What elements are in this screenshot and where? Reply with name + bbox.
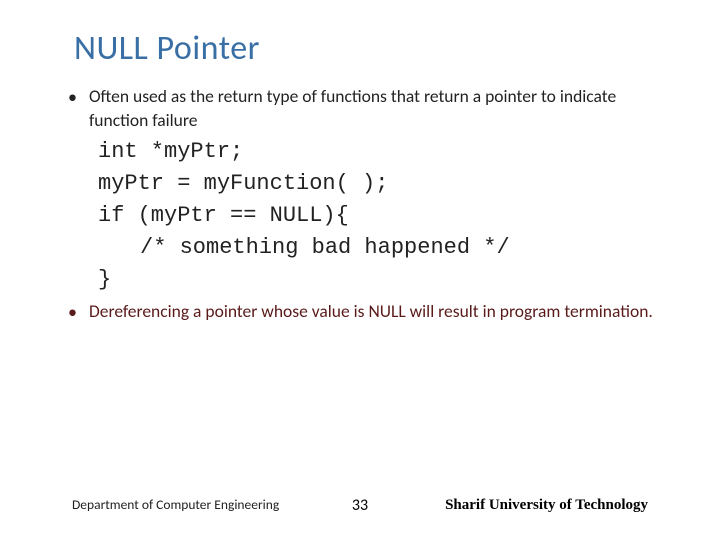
code-line: } bbox=[98, 264, 670, 296]
bullet-marker: • bbox=[68, 301, 77, 324]
bullet-text: Often used as the return type of functio… bbox=[89, 85, 670, 132]
footer-university: Sharif University of Technology bbox=[445, 497, 648, 514]
bullet-item: • Often used as the return type of funct… bbox=[68, 85, 670, 132]
slide-title: NULL Pointer bbox=[74, 28, 670, 69]
bullet-text: Dereferencing a pointer whose value is N… bbox=[89, 300, 653, 324]
code-line: /* something bad happened */ bbox=[140, 232, 670, 264]
bullet-item: • Dereferencing a pointer whose value is… bbox=[68, 300, 670, 324]
bullet-marker: • bbox=[68, 86, 77, 109]
page-number: 33 bbox=[352, 496, 368, 515]
slide: NULL Pointer • Often used as the return … bbox=[0, 0, 720, 540]
code-line: int *myPtr; bbox=[98, 136, 670, 168]
footer-department: Department of Computer Engineering bbox=[72, 496, 279, 513]
footer: Department of Computer Engineering 33 Sh… bbox=[0, 496, 720, 514]
code-line: if (myPtr == NULL){ bbox=[98, 200, 670, 232]
code-line: myPtr = myFunction( ); bbox=[98, 168, 670, 200]
